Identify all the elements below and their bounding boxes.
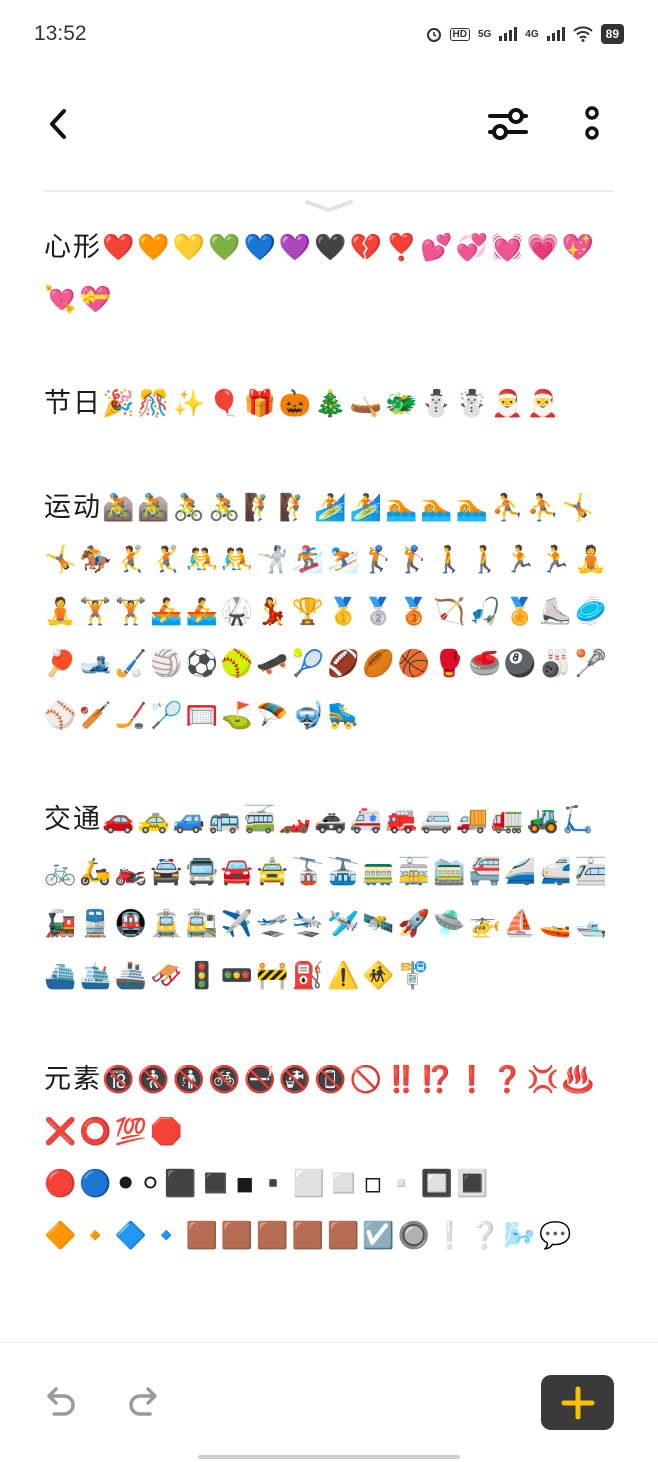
hd-label: HD: [449, 27, 470, 41]
status-time: 13:52: [34, 22, 87, 45]
battery-level: 89: [600, 24, 624, 44]
chevron-left-icon: [50, 109, 66, 139]
emoji-list[interactable]: ❤️🧡💛💚💙💜🖤💔❣️💕💞💓💗💖💘💝: [44, 233, 597, 315]
section-title: 交通: [44, 804, 102, 835]
status-bar: 13:52 HD 5G 4G 89: [0, 0, 658, 72]
section-title: 元素: [44, 1064, 102, 1095]
signal-icon-2: [546, 27, 565, 41]
sliders-icon: [488, 108, 528, 140]
emoji-row-misc[interactable]: 🔶🔸🔷🔹🟫🟫🟫🟫🟫☑️🔘❕❔🌬️💬: [44, 1210, 618, 1262]
sim2-label: 4G: [525, 28, 539, 40]
collapse-handle-icon[interactable]: [303, 198, 355, 214]
section-hearts: 心形❤️🧡💛💚💙💜🖤💔❣️💕💞💓💗💖💘💝: [44, 222, 618, 326]
back-button[interactable]: [38, 104, 78, 144]
more-button[interactable]: [572, 104, 612, 144]
signal-icon: [499, 27, 518, 41]
section-sports: 运动🚵🚵🚴🚴🧗🧗🏄🏄🏊🏊🏊⛹️⛹️🤸🤸🏇🤾🤾🤼🤼🤺🏂⛷️🏌️🏌️🚶🚶🏃🏃🧘🧘🏋️…: [44, 482, 618, 742]
section-title: 心形: [44, 232, 102, 263]
undo-button[interactable]: [40, 1382, 80, 1422]
more-vertical-icon: [585, 106, 599, 140]
emoji-list[interactable]: 🔞🚷🚯🚳🚭🚱📵🚫‼️⁉️❗❓💢♨️❌⭕💯🛑: [44, 1065, 597, 1147]
section-title: 节日: [44, 388, 102, 419]
plus-icon: [561, 1386, 594, 1419]
bottom-divider: [0, 1342, 658, 1343]
undo-icon: [47, 1387, 75, 1416]
emoji-row-shapes[interactable]: 🔴🔵⚫⚪⬛◼️◾▪️⬜◻️◽▫️🔲🔳: [44, 1158, 618, 1210]
status-icons: HD 5G 4G 89: [426, 24, 624, 44]
section-title: 运动: [44, 492, 102, 523]
section-transport: 交通🚗🚕🚙🚌🚎🏎️🚓🚑🚒🚐🚚🚛🚜🛴🚲🛵🏍️🚔🚍🚘🚖🚡🚠🚃🚋🚞🚝🚄🚅🚈🚂🚆🚇🚊🚉✈…: [44, 794, 618, 1002]
wifi-icon: [572, 26, 593, 42]
add-button[interactable]: [541, 1375, 614, 1430]
section-holidays: 节日🎉🎊✨🎈🎁🎃🎄🛶🐲⛄☃️🎅🎅: [44, 378, 618, 430]
emoji-list[interactable]: 🚵🚵🚴🚴🧗🧗🏄🏄🏊🏊🏊⛹️⛹️🤸🤸🏇🤾🤾🤼🤼🤺🏂⛷️🏌️🏌️🚶🚶🏃🏃🧘🧘🏋️🏋️…: [44, 493, 610, 731]
filter-button[interactable]: [486, 104, 530, 144]
sim1-label: 5G: [477, 28, 492, 40]
emoji-list[interactable]: 🚗🚕🚙🚌🚎🏎️🚓🚑🚒🚐🚚🚛🚜🛴🚲🛵🏍️🚔🚍🚘🚖🚡🚠🚃🚋🚞🚝🚄🚅🚈🚂🚆🚇🚊🚉✈️🛫…: [44, 805, 610, 991]
redo-icon: [129, 1387, 157, 1416]
redo-button[interactable]: [124, 1382, 164, 1422]
emoji-content: 心形❤️🧡💛💚💙💜🖤💔❣️💕💞💓💗💖💘💝 节日🎉🎊✨🎈🎁🎃🎄🛶🐲⛄☃️🎅🎅 运动…: [44, 222, 618, 1340]
section-elements: 元素🔞🚷🚯🚳🚭🚱📵🚫‼️⁉️❗❓💢♨️❌⭕💯🛑 🔴🔵⚫⚪⬛◼️◾▪️⬜◻️◽▫️…: [44, 1054, 618, 1262]
alarm-icon: [426, 28, 441, 42]
emoji-list[interactable]: 🎉🎊✨🎈🎁🎃🎄🛶🐲⛄☃️🎅🎅: [102, 389, 562, 419]
home-indicator[interactable]: [198, 1455, 460, 1459]
header-divider: [44, 190, 614, 192]
